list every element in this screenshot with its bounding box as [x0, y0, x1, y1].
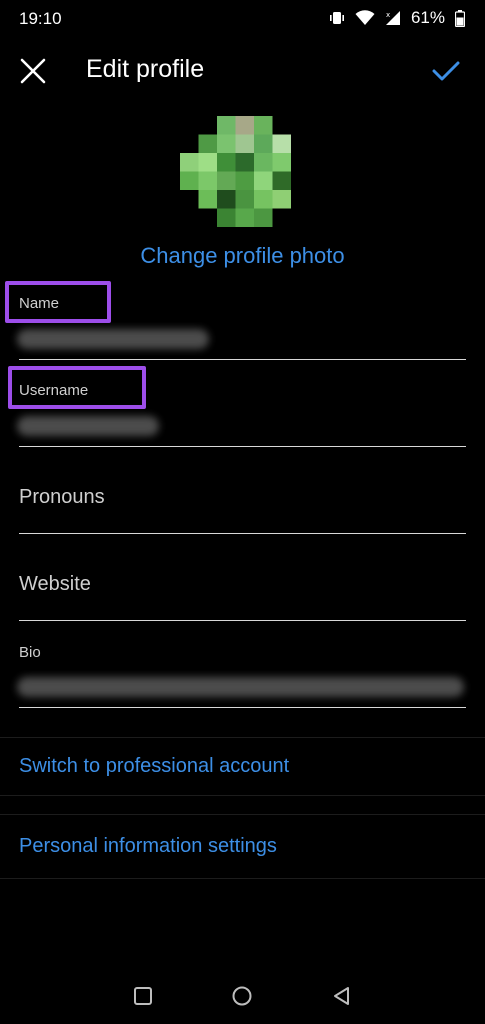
- save-button[interactable]: [427, 52, 465, 90]
- bio-field[interactable]: Bio: [17, 640, 466, 710]
- status-time: 19:10: [19, 9, 62, 28]
- vibrate-icon: [329, 10, 345, 26]
- recents-icon: [134, 987, 152, 1005]
- website-placeholder: Website: [19, 573, 91, 595]
- back-icon: [334, 987, 349, 1005]
- pronouns-field[interactable]: Pronouns: [19, 470, 466, 536]
- switch-professional-link[interactable]: Switch to professional account: [19, 755, 289, 778]
- username-highlight-box: [8, 366, 146, 409]
- personal-info-settings-link[interactable]: Personal information settings: [19, 835, 277, 858]
- svg-text:x: x: [386, 11, 390, 19]
- page-title: Edit profile: [86, 55, 205, 83]
- avatar[interactable]: [180, 116, 291, 227]
- divider: [0, 795, 485, 796]
- home-icon: [232, 986, 252, 1006]
- back-button[interactable]: [330, 984, 354, 1008]
- wifi-icon: [355, 10, 375, 26]
- change-profile-photo-link[interactable]: Change profile photo: [0, 243, 485, 269]
- battery-text: 61%: [410, 8, 445, 27]
- username-underline: [19, 446, 466, 447]
- website-underline: [19, 620, 466, 621]
- username-value-redacted: [17, 416, 159, 436]
- divider: [0, 814, 485, 815]
- name-underline: [19, 359, 466, 360]
- name-highlight-box: [5, 281, 111, 323]
- bio-underline: [19, 707, 466, 708]
- divider: [0, 737, 485, 738]
- pronouns-underline: [19, 533, 466, 534]
- divider: [0, 878, 485, 879]
- status-icons: x 61%: [329, 8, 465, 28]
- system-nav-bar: [0, 966, 485, 1024]
- recents-button[interactable]: [131, 984, 155, 1008]
- bio-label: Bio: [19, 644, 41, 661]
- website-field[interactable]: Website: [19, 557, 466, 623]
- top-app-bar: Edit profile: [0, 40, 485, 100]
- bio-value-redacted: [17, 677, 464, 697]
- signal-icon: x: [385, 10, 401, 26]
- home-button[interactable]: [230, 984, 254, 1008]
- pronouns-placeholder: Pronouns: [19, 486, 105, 508]
- name-value-redacted: [17, 329, 209, 349]
- battery-icon: [455, 9, 465, 27]
- close-icon: [20, 58, 46, 84]
- checkmark-icon: [432, 61, 460, 81]
- status-bar: 19:10 x 61%: [0, 0, 485, 38]
- close-button[interactable]: [14, 52, 52, 90]
